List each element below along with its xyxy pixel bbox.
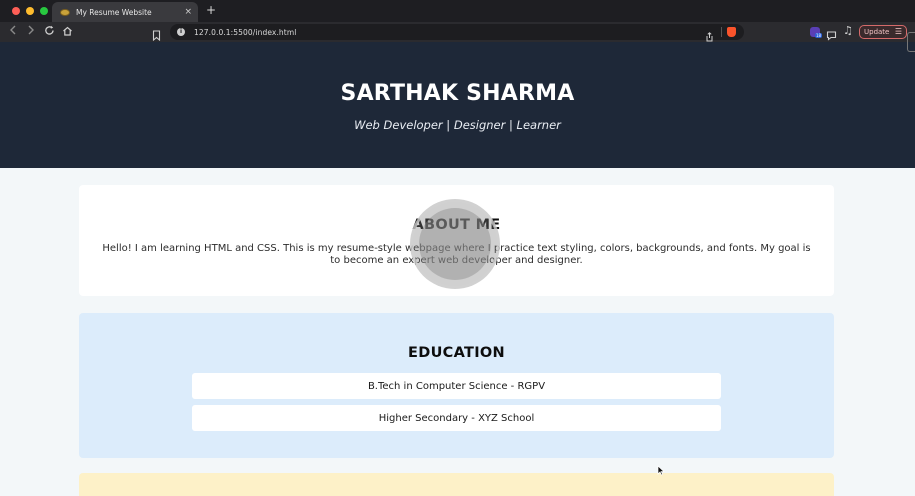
tab-favicon-icon: [60, 8, 70, 16]
update-button[interactable]: Update ☰: [859, 25, 907, 39]
window-controls: [12, 7, 48, 15]
browser-tab-bar: My Resume Website × +: [0, 0, 915, 22]
education-section: EDUCATION B.Tech in Computer Science - R…: [79, 313, 834, 458]
window-edge-handle: [907, 32, 915, 52]
address-bar-divider: [721, 27, 722, 37]
hero-header: SARTHAK SHARMA Web Developer | Designer …: [0, 42, 915, 168]
maximize-window-button[interactable]: [40, 7, 48, 15]
page-title: SARTHAK SHARMA: [340, 81, 575, 106]
media-icon[interactable]: ♫: [843, 24, 853, 38]
next-section: [79, 473, 834, 496]
tagline: Web Developer | Designer | Learner: [354, 118, 561, 132]
education-heading: EDUCATION: [408, 345, 505, 361]
forward-icon[interactable]: [27, 25, 35, 39]
new-tab-button[interactable]: +: [206, 4, 216, 16]
education-item: Higher Secondary - XYZ School: [192, 405, 721, 431]
back-icon[interactable]: [9, 25, 17, 39]
address-bar[interactable]: i 127.0.0.1:5500/index.html: [170, 24, 744, 42]
minimize-window-button[interactable]: [26, 7, 34, 15]
tab-title: My Resume Website: [76, 7, 152, 17]
video-play-inner: [419, 208, 491, 280]
education-item: B.Tech in Computer Science - RGPV: [192, 373, 721, 399]
close-window-button[interactable]: [12, 7, 20, 15]
reload-icon[interactable]: [44, 25, 55, 40]
url-text[interactable]: 127.0.0.1:5500/index.html: [194, 28, 296, 37]
home-icon[interactable]: [62, 26, 73, 40]
tab-close-button[interactable]: ×: [184, 7, 192, 17]
extension-badge: 18: [815, 33, 823, 38]
site-info-icon[interactable]: i: [177, 28, 185, 36]
page-viewport: SARTHAK SHARMA Web Developer | Designer …: [0, 42, 915, 496]
video-play-icon[interactable]: [410, 199, 500, 289]
brave-shield-icon[interactable]: [727, 27, 736, 37]
mouse-cursor-icon: [657, 461, 665, 480]
browser-tab[interactable]: My Resume Website ×: [52, 2, 198, 22]
menu-icon[interactable]: ☰: [895, 28, 902, 36]
browser-toolbar: i 127.0.0.1:5500/index.html 18 ♫ Update …: [0, 22, 915, 42]
update-label: Update: [864, 28, 890, 36]
